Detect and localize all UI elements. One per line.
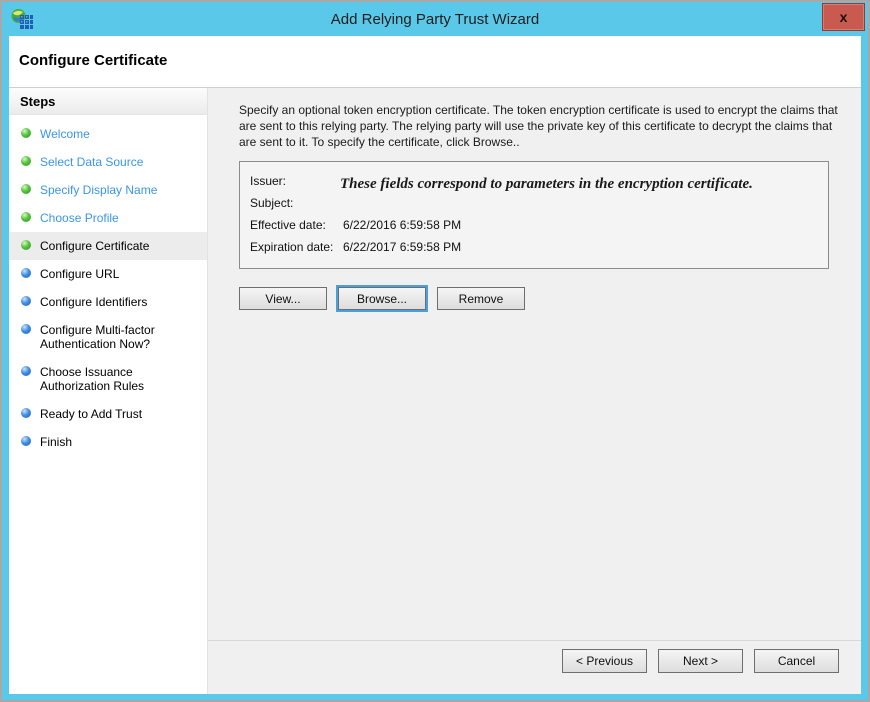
content-pane: Specify an optional token encryption cer… [208, 88, 861, 694]
certificate-field-label: Effective date: [250, 214, 343, 236]
step-label: Finish [40, 435, 72, 449]
step-item[interactable]: Choose Profile [9, 204, 207, 232]
previous-button[interactable]: < Previous [562, 649, 647, 673]
step-label: Choose Profile [40, 211, 119, 225]
certificate-field-value [343, 192, 818, 214]
title-bar: Add Relying Party Trust Wizard x [2, 2, 868, 36]
page-description: Specify an optional token encryption cer… [239, 102, 839, 150]
step-item: Configure Certificate [9, 232, 207, 260]
step-bullet-icon [21, 240, 31, 250]
step-bullet-icon [21, 128, 31, 138]
wizard-navigation: < Previous Next > Cancel [208, 640, 861, 694]
step-label: Ready to Add Trust [40, 407, 142, 421]
certificate-field-row: Effective date:6/22/2016 6:59:58 PM [250, 214, 818, 236]
steps-header: Steps [9, 88, 207, 115]
dialog-body: Configure Certificate Steps Welcome Selec… [9, 36, 861, 694]
page-header: Configure Certificate [9, 36, 861, 88]
next-button[interactable]: Next > [658, 649, 743, 673]
certificate-field-value: 6/22/2016 6:59:58 PM [343, 214, 818, 236]
step-bullet-icon [21, 436, 31, 446]
certificate-field-value: 6/22/2017 6:59:58 PM [343, 236, 818, 258]
step-label: Configure Multi-factor Authentication No… [40, 323, 199, 351]
step-item: Finish [9, 428, 207, 456]
step-label: Configure Identifiers [40, 295, 147, 309]
browse-button[interactable]: Browse... [338, 287, 426, 310]
window-title: Add Relying Party Trust Wizard [2, 11, 868, 28]
certificate-info-box: Issuer:Subject:Effective date:6/22/2016 … [239, 161, 829, 269]
certificate-field-row: Expiration date:6/22/2017 6:59:58 PM [250, 236, 818, 258]
certificate-annotation: These fields correspond to parameters in… [340, 176, 818, 193]
step-label: Welcome [40, 127, 90, 141]
certificate-field-label: Expiration date: [250, 236, 343, 258]
step-item[interactable]: Specify Display Name [9, 176, 207, 204]
step-bullet-icon [21, 408, 31, 418]
cancel-button[interactable]: Cancel [754, 649, 839, 673]
step-bullet-icon [21, 212, 31, 222]
steps-sidebar: Steps Welcome Select Data Source Specify D… [9, 88, 208, 694]
page-title: Configure Certificate [9, 36, 861, 69]
step-bullet-icon [21, 296, 31, 306]
wizard-window: Add Relying Party Trust Wizard x Configu… [0, 0, 870, 702]
step-item: Configure URL [9, 260, 207, 288]
step-item[interactable]: Welcome [9, 120, 207, 148]
steps-list: Welcome Select Data Source Specify Display… [9, 120, 207, 456]
step-label: Choose Issuance Authorization Rules [40, 365, 199, 393]
step-item: Choose Issuance Authorization Rules [9, 358, 207, 400]
view-button[interactable]: View... [239, 287, 327, 310]
step-label: Configure URL [40, 267, 119, 281]
step-item: Ready to Add Trust [9, 400, 207, 428]
step-bullet-icon [21, 366, 31, 376]
step-label: Select Data Source [40, 155, 143, 169]
step-bullet-icon [21, 184, 31, 194]
certificate-field-label: Issuer: [250, 170, 343, 192]
step-bullet-icon [21, 324, 31, 334]
step-label: Configure Certificate [40, 239, 149, 253]
step-label: Specify Display Name [40, 183, 157, 197]
step-bullet-icon [21, 156, 31, 166]
step-item[interactable]: Select Data Source [9, 148, 207, 176]
remove-button[interactable]: Remove [437, 287, 525, 310]
certificate-actions: View... Browse... Remove [239, 287, 839, 310]
step-item: Configure Identifiers [9, 288, 207, 316]
step-bullet-icon [21, 268, 31, 278]
close-button[interactable]: x [822, 3, 865, 31]
step-item: Configure Multi-factor Authentication No… [9, 316, 207, 358]
adfs-icon [10, 8, 34, 30]
certificate-field-label: Subject: [250, 192, 343, 214]
certificate-field-row: Subject: [250, 192, 818, 214]
